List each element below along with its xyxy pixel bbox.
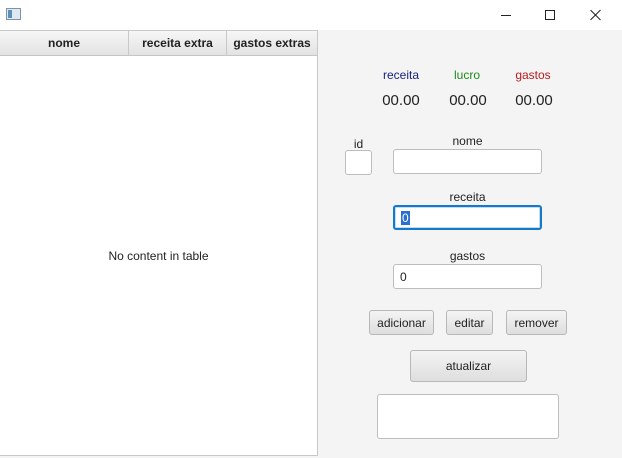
lucro-summary-value: 00.00 [449,92,487,109]
maximize-button[interactable] [527,0,573,30]
gastos-summary-value: 00.00 [515,92,553,109]
atualizar-button[interactable]: atualizar [410,350,527,382]
receita-summary-label: receita [382,68,420,82]
receita-label: receita [449,190,486,204]
receita-summary-value: 00.00 [382,92,420,109]
gastos-summary-label: gastos [515,68,551,82]
table-view[interactable]: nome receita extra gastos extras No cont… [0,30,318,456]
id-label: id [353,137,364,151]
nome-label: nome [452,134,483,148]
lucro-summary-label: lucro [453,68,480,82]
output-textarea[interactable] [377,394,559,439]
close-icon [590,9,602,21]
editar-button[interactable]: editar [446,310,493,335]
table-header: nome receita extra gastos extras [0,31,317,56]
remover-button[interactable]: remover [506,310,567,335]
maximize-icon [545,10,555,20]
nome-field[interactable] [393,149,542,174]
id-field[interactable] [345,150,372,175]
close-button[interactable] [573,0,619,30]
column-header-nome[interactable]: nome [0,31,129,55]
adicionar-button[interactable]: adicionar [369,310,434,335]
gastos-label: gastos [449,249,486,263]
gastos-field[interactable] [393,264,542,289]
app-icon [6,8,21,20]
receita-field[interactable]: 0 [393,205,542,230]
minimize-button[interactable] [483,0,529,30]
column-header-gastos-extras[interactable]: gastos extras [227,31,317,55]
minimize-icon [501,14,511,16]
column-header-receita-extra[interactable]: receita extra [129,31,227,55]
receita-field-value: 0 [401,210,410,225]
table-placeholder: No content in table [108,248,209,263]
title-bar [0,0,622,30]
